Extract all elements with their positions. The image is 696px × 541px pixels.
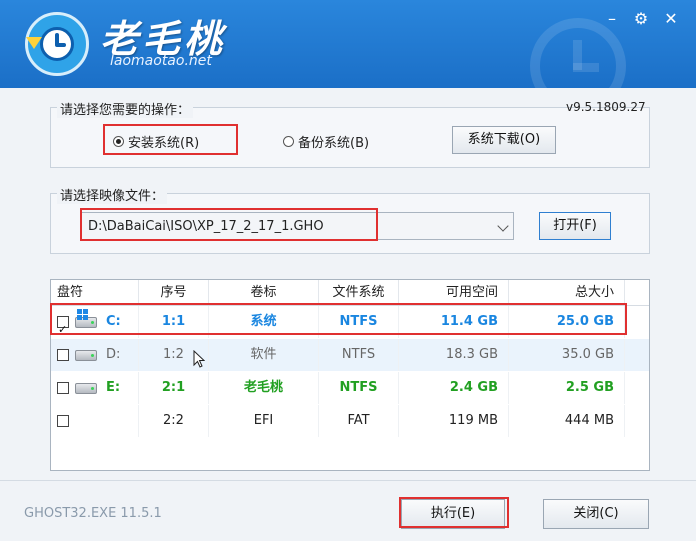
- mouse-cursor-icon: [193, 350, 205, 368]
- row-checkbox[interactable]: [57, 415, 69, 427]
- col-total-size[interactable]: 总大小: [509, 280, 625, 305]
- cell-index: 2:1: [139, 372, 209, 404]
- cell-free: 119 MB: [399, 405, 509, 437]
- col-drive[interactable]: 盘符: [51, 280, 139, 305]
- cell-label: 系统: [209, 306, 319, 338]
- install-system-label: 安装系统(R): [128, 136, 200, 151]
- cell-total: 35.0 GB: [509, 339, 625, 371]
- operation-group-label: 请选择您需要的操作：: [57, 99, 194, 118]
- logo-clock-icon: [25, 12, 89, 76]
- ghost-version: GHOST32.EXE 11.5.1: [24, 506, 162, 521]
- table-row[interactable]: E: 2:1 老毛桃 NTFS 2.4 GB 2.5 GB: [51, 372, 649, 404]
- backup-system-label: 备份系统(B): [298, 136, 370, 151]
- table-row[interactable]: C: 1:1系统NTFS11.4 GB25.0 GB: [51, 306, 649, 346]
- radio-unselected-icon: [283, 136, 294, 147]
- cell-label: 软件: [209, 339, 319, 371]
- radio-selected-icon: [113, 136, 124, 147]
- cell-index: 1:1: [139, 306, 209, 338]
- windows-logo-icon: [77, 309, 89, 321]
- cell-drive: D:: [51, 339, 139, 371]
- image-file-group-label: 请选择映像文件：: [57, 185, 168, 204]
- cell-fs: NTFS: [319, 306, 399, 338]
- brand-url: laomaotao.net: [110, 53, 212, 69]
- install-system-radio[interactable]: 安装系统(R): [113, 132, 199, 151]
- cell-label: 老毛桃: [209, 372, 319, 404]
- cell-drive: C:: [51, 306, 139, 346]
- cell-free: 2.4 GB: [399, 372, 509, 404]
- col-filesystem[interactable]: 文件系统: [319, 280, 399, 305]
- execute-button[interactable]: 执行(E): [401, 499, 505, 529]
- row-checkbox[interactable]: [57, 382, 69, 394]
- table-row[interactable]: 2:2 EFI FAT 119 MB 444 MB: [51, 405, 649, 437]
- cell-total: 25.0 GB: [509, 306, 625, 338]
- cell-index: 2:2: [139, 405, 209, 437]
- col-free-space[interactable]: 可用空间: [399, 280, 509, 305]
- hard-drive-icon: [75, 350, 97, 361]
- row-checkbox[interactable]: [57, 314, 69, 346]
- image-file-path: D:\DaBaiCai\ISO\XP_17_2_17_1.GHO: [88, 219, 324, 234]
- hard-drive-icon: [75, 383, 97, 394]
- drive-letter: E:: [106, 380, 121, 395]
- cell-free: 18.3 GB: [399, 339, 509, 371]
- chevron-down-icon[interactable]: [497, 220, 509, 232]
- drive-letter: C:: [106, 314, 121, 329]
- image-file-select[interactable]: D:\DaBaiCai\ISO\XP_17_2_17_1.GHO: [81, 212, 514, 240]
- app-header: 老毛桃 laomaotao.net – ⚙ ✕: [0, 0, 696, 88]
- close-button[interactable]: 关闭(C): [543, 499, 649, 529]
- version-label: v9.5.1809.27: [566, 100, 646, 114]
- cell-drive: E:: [51, 372, 139, 404]
- minimize-button[interactable]: –: [603, 10, 621, 28]
- col-index[interactable]: 序号: [139, 280, 209, 305]
- cell-fs: FAT: [319, 405, 399, 437]
- col-label[interactable]: 卷标: [209, 280, 319, 305]
- cell-drive: [51, 405, 139, 437]
- settings-icon[interactable]: ⚙: [632, 10, 650, 28]
- close-window-button[interactable]: ✕: [662, 10, 680, 28]
- system-download-button[interactable]: 系统下载(O): [452, 126, 556, 154]
- cell-free: 11.4 GB: [399, 306, 509, 338]
- partition-table: 盘符 序号 卷标 文件系统 可用空间 总大小 C:1:1系统NTFS11.4 G…: [50, 279, 650, 471]
- cell-total: 444 MB: [509, 405, 625, 437]
- backup-system-radio[interactable]: 备份系统(B): [283, 132, 369, 151]
- table-row[interactable]: D: 1:2 软件 NTFS 18.3 GB 35.0 GB: [51, 339, 649, 371]
- clock-watermark-icon: [530, 18, 626, 88]
- table-header: 盘符 序号 卷标 文件系统 可用空间 总大小: [51, 280, 649, 306]
- cell-fs: NTFS: [319, 372, 399, 404]
- row-checkbox[interactable]: [57, 349, 69, 361]
- footer-divider: [0, 480, 696, 481]
- cell-label: EFI: [209, 405, 319, 437]
- open-file-button[interactable]: 打开(F): [539, 212, 611, 240]
- drive-letter: D:: [106, 347, 121, 362]
- cell-fs: NTFS: [319, 339, 399, 371]
- cell-total: 2.5 GB: [509, 372, 625, 404]
